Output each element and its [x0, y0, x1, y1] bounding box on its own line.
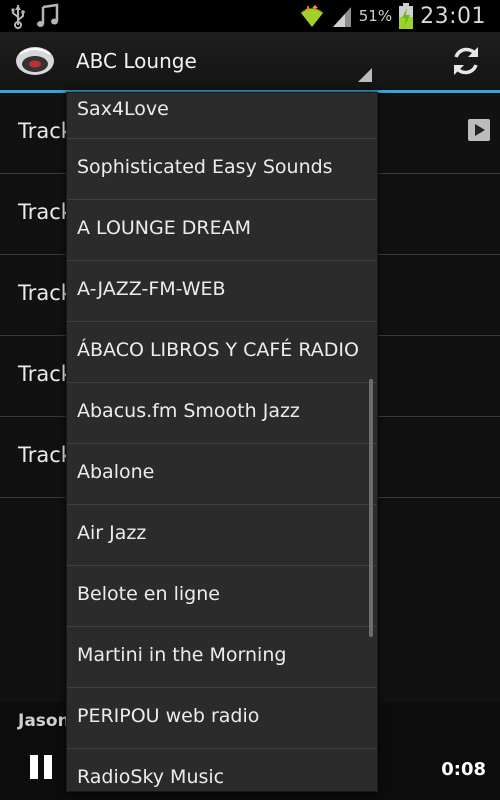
dropdown-item-label: Sophisticated Easy Sounds	[77, 156, 333, 178]
station-spinner[interactable]: ABC Lounge	[66, 32, 376, 90]
dropdown-item[interactable]: Abacus.fm Smooth Jazz	[67, 383, 377, 444]
dropdown-item-label: ÁBACO LIBROS Y CAFÉ RADIO	[77, 339, 359, 361]
track-title: Track	[18, 443, 73, 467]
track-title: Track	[18, 281, 73, 305]
dropdown-item-label: PERIPOU web radio	[77, 705, 260, 727]
track-title: Track	[18, 119, 73, 143]
dropdown-scrollbar[interactable]	[369, 379, 373, 637]
pause-icon-bar	[30, 755, 38, 779]
spinner-arrow-icon	[358, 68, 372, 82]
action-bar: ABC Lounge	[0, 32, 500, 93]
dropdown-item-label: Sax4Love	[77, 98, 169, 120]
app-logo-icon	[14, 44, 56, 82]
dropdown-item-label: Abalone	[77, 461, 155, 483]
usb-icon	[10, 3, 26, 29]
music-note-icon	[36, 3, 60, 29]
dropdown-item[interactable]: A-JAZZ-FM-WEB	[67, 261, 377, 322]
wifi-icon	[299, 3, 325, 29]
dropdown-item[interactable]: RadioSky Music	[67, 749, 377, 791]
dropdown-item-label: Abacus.fm Smooth Jazz	[77, 400, 300, 422]
battery-charging-icon	[398, 2, 414, 30]
play-track-icon[interactable]	[468, 119, 490, 141]
dropdown-item[interactable]: Martini in the Morning	[67, 627, 377, 688]
now-playing-label: Jason	[18, 711, 70, 731]
selected-station-label: ABC Lounge	[76, 49, 197, 73]
dropdown-item-label: Martini in the Morning	[77, 644, 287, 666]
dropdown-item[interactable]: PERIPOU web radio	[67, 688, 377, 749]
dropdown-item-label: RadioSky Music	[77, 766, 225, 788]
station-dropdown[interactable]: Sax4Love Sophisticated Easy Sounds A LOU…	[66, 92, 378, 792]
dropdown-item[interactable]: Sax4Love	[67, 93, 377, 139]
dropdown-item[interactable]: ÁBACO LIBROS Y CAFÉ RADIO	[67, 322, 377, 383]
track-title: Track	[18, 200, 73, 224]
battery-percent: 51%	[358, 7, 393, 25]
dropdown-item-label: A-JAZZ-FM-WEB	[77, 278, 226, 300]
elapsed-time: 0:08	[441, 759, 486, 780]
refresh-button[interactable]	[448, 43, 484, 79]
dropdown-item[interactable]: Sophisticated Easy Sounds	[67, 139, 377, 200]
clock: 23:01	[420, 3, 486, 29]
pause-icon-bar	[44, 755, 52, 779]
pause-button[interactable]	[30, 755, 54, 779]
status-bar: 51% 23:01	[0, 0, 500, 32]
dropdown-item-label: Belote en ligne	[77, 583, 220, 605]
signal-icon	[331, 3, 353, 29]
refresh-icon	[454, 47, 478, 75]
dropdown-item-label: Air Jazz	[77, 522, 147, 544]
dropdown-item[interactable]: Abalone	[67, 444, 377, 505]
dropdown-item[interactable]: Air Jazz	[67, 505, 377, 566]
dropdown-item-label: A LOUNGE DREAM	[77, 217, 252, 239]
track-title: Track	[18, 362, 73, 386]
dropdown-item[interactable]: Belote en ligne	[67, 566, 377, 627]
dropdown-item[interactable]: A LOUNGE DREAM	[67, 200, 377, 261]
